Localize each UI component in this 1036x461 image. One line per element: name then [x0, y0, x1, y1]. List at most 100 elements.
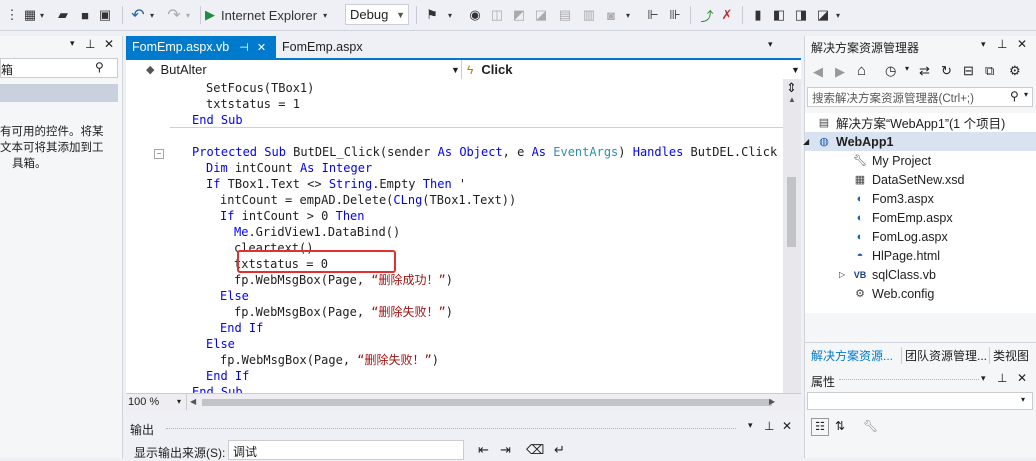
scroll-up-icon[interactable]: ▲	[788, 95, 796, 104]
history-icon[interactable]: ◷	[885, 63, 896, 79]
redo-dropdown-icon[interactable]: ▾	[184, 5, 192, 25]
tab-fomemp-aspx[interactable]: FomEmp.aspx	[276, 36, 386, 58]
step-out-icon[interactable]: ◪	[532, 5, 550, 25]
tree-item[interactable]: ▤ 解决方案“WebApp1”(1 个项目)	[817, 113, 1005, 132]
code-navigation-bar: ◆ ButAlter ▼ ϟ Click ▼	[126, 58, 801, 81]
code-token: EventArgs	[546, 145, 619, 159]
scroll-thumb[interactable]	[787, 177, 796, 247]
alphabetical-icon[interactable]: ⇅	[835, 419, 845, 433]
comment-icon[interactable]: ⤴	[698, 5, 716, 25]
panel-dropdown-icon[interactable]: ▾	[981, 373, 986, 384]
panel-dropdown-icon[interactable]: ▾	[748, 420, 753, 431]
pin-icon[interactable]: ⊥	[997, 37, 1007, 51]
bookmark-dropdown-icon[interactable]: ▾	[834, 5, 842, 25]
tree-item[interactable]: ◢ ◍ WebApp1	[803, 132, 1036, 151]
tab-list-dropdown-icon[interactable]: ▾	[768, 39, 773, 50]
panel-dropdown-icon[interactable]: ▾	[981, 39, 986, 50]
grid-icon[interactable]: ▤	[556, 5, 574, 25]
pin-icon[interactable]: ⊥	[764, 419, 774, 433]
camera-icon[interactable]: ◉	[466, 5, 484, 25]
toolbox-group-header[interactable]	[0, 84, 118, 102]
step-over-icon[interactable]: ◩	[510, 5, 528, 25]
tree-item[interactable]: 🔧︎ My Project	[853, 151, 931, 170]
collapse-icon[interactable]: −	[154, 149, 164, 159]
close-icon[interactable]: ✕	[782, 419, 792, 433]
home-icon[interactable]: ⌂	[857, 62, 866, 79]
new-dropdown-icon[interactable]: ▾	[38, 5, 46, 25]
save-icon[interactable]: ■	[76, 5, 94, 25]
properties-icon[interactable]: ⚙	[1009, 63, 1021, 79]
prev-message-icon[interactable]: ⇥	[500, 442, 511, 458]
bookmark-clear-icon[interactable]: ◪	[814, 5, 832, 25]
tree-item[interactable]: ◐ FomLog.aspx	[853, 227, 948, 246]
more-dropdown-icon[interactable]: ▾	[624, 5, 632, 25]
bookmark-icon[interactable]: ▮	[750, 5, 766, 25]
method-select[interactable]: ϟ Click ▼	[463, 60, 801, 79]
attach-dropdown-icon[interactable]: ▾	[446, 5, 454, 25]
scroll-right-icon[interactable]: ▶	[769, 397, 775, 406]
start-debug-button[interactable]: ▶ Internet Explorer ▾	[205, 5, 345, 25]
close-icon[interactable]: ✕	[104, 37, 114, 51]
expand-icon[interactable]: ▷	[839, 270, 848, 279]
show-all-files-icon[interactable]: ⧉	[985, 63, 994, 79]
new-project-icon[interactable]: ▦	[22, 5, 38, 25]
bookmark-next-icon[interactable]: ◨	[792, 5, 810, 25]
history-dropdown-icon[interactable]: ▾	[905, 64, 909, 73]
sync-icon[interactable]: ⇄	[919, 63, 930, 79]
close-icon[interactable]: ✕	[1017, 371, 1027, 385]
indent-icon[interactable]: ⊩	[644, 5, 662, 25]
code-line: End If	[220, 320, 263, 336]
tree-item[interactable]: ◐ Fom3.aspx	[853, 189, 934, 208]
vertical-scrollbar[interactable]: ⇕ ▲	[783, 79, 801, 393]
refresh-icon[interactable]: ↻	[941, 63, 952, 79]
split-icon[interactable]: ⇕	[786, 80, 797, 96]
save-all-icon[interactable]: ▣	[96, 5, 114, 25]
tree-item[interactable]: ◐ FomEmp.aspx	[853, 208, 953, 227]
tree-item[interactable]: ⚙ Web.config	[853, 284, 934, 303]
tab-fomemp-aspx-vb[interactable]: FomEmp.aspx.vb ⊣ ✕	[126, 36, 276, 58]
pin-icon[interactable]: ⊥	[997, 371, 1007, 385]
find-message-icon[interactable]: ⇤	[478, 442, 489, 458]
configuration-select[interactable]: Debug ▼	[345, 4, 409, 25]
word-wrap-icon[interactable]: ↵	[554, 442, 565, 458]
collapse-all-icon[interactable]: ⊟	[963, 63, 974, 79]
open-folder-icon[interactable]: ▰	[54, 5, 72, 25]
close-icon[interactable]: ✕	[257, 41, 266, 54]
redo-icon[interactable]: ↷	[164, 5, 184, 25]
panel-dropdown-icon[interactable]: ▾	[70, 38, 75, 49]
output-source-label: 显示输出来源(S):	[134, 446, 226, 460]
horizontal-scroll-thumb[interactable]	[202, 399, 772, 406]
toolbox-search-input[interactable]: 箱 ⚲	[0, 58, 118, 78]
tree-item[interactable]: ▷ VB sqlClass.vb	[839, 265, 936, 284]
forward-icon[interactable]: ▶	[835, 64, 845, 80]
class-select[interactable]: ◆ ButAlter ▼	[126, 60, 462, 79]
tree-item[interactable]: ◓ HlPage.html	[853, 246, 940, 265]
tab-team-explorer[interactable]: 团队资源管理...	[901, 347, 987, 364]
screenshot-icon[interactable]: ◙	[602, 5, 620, 25]
categorized-icon[interactable]: ☷	[811, 418, 829, 436]
pin-icon[interactable]: ⊣	[239, 41, 249, 54]
tab-class-view[interactable]: 类视图	[989, 347, 1029, 364]
tab-solution-explorer[interactable]: 解决方案资源...	[811, 347, 893, 364]
undo-dropdown-icon[interactable]: ▾	[148, 5, 156, 25]
step-icon[interactable]: ◫	[488, 5, 506, 25]
code-token: Then	[422, 177, 452, 191]
property-pages-icon[interactable]: 🔧︎	[863, 419, 878, 433]
uncomment-icon[interactable]: ✗	[718, 5, 736, 25]
close-icon[interactable]: ✕	[1017, 37, 1027, 51]
tree-item[interactable]: ▦ DataSetNew.xsd	[853, 170, 965, 189]
watch-icon[interactable]: ▥	[580, 5, 598, 25]
scroll-left-icon[interactable]: ◀	[190, 397, 196, 406]
attach-icon[interactable]: ⚑	[424, 5, 440, 25]
output-source-select[interactable]: 调试	[228, 440, 464, 460]
clear-all-icon[interactable]: ⌫	[526, 442, 544, 458]
back-icon[interactable]: ◀	[813, 64, 823, 80]
properties-object-select[interactable]: ▾	[807, 392, 1033, 410]
bookmark-prev-icon[interactable]: ◧	[770, 5, 788, 25]
undo-icon[interactable]: ↶	[128, 5, 148, 25]
outdent-icon[interactable]: ⊪	[666, 5, 684, 25]
pin-icon[interactable]: ⊥	[85, 37, 95, 51]
zoom-select[interactable]: 100 % ▾	[128, 394, 187, 410]
solution-search-input[interactable]: 搜索解决方案资源管理器(Ctrl+;) ⚲ ▾	[807, 87, 1033, 107]
expanded-icon[interactable]: ◢	[803, 137, 812, 146]
